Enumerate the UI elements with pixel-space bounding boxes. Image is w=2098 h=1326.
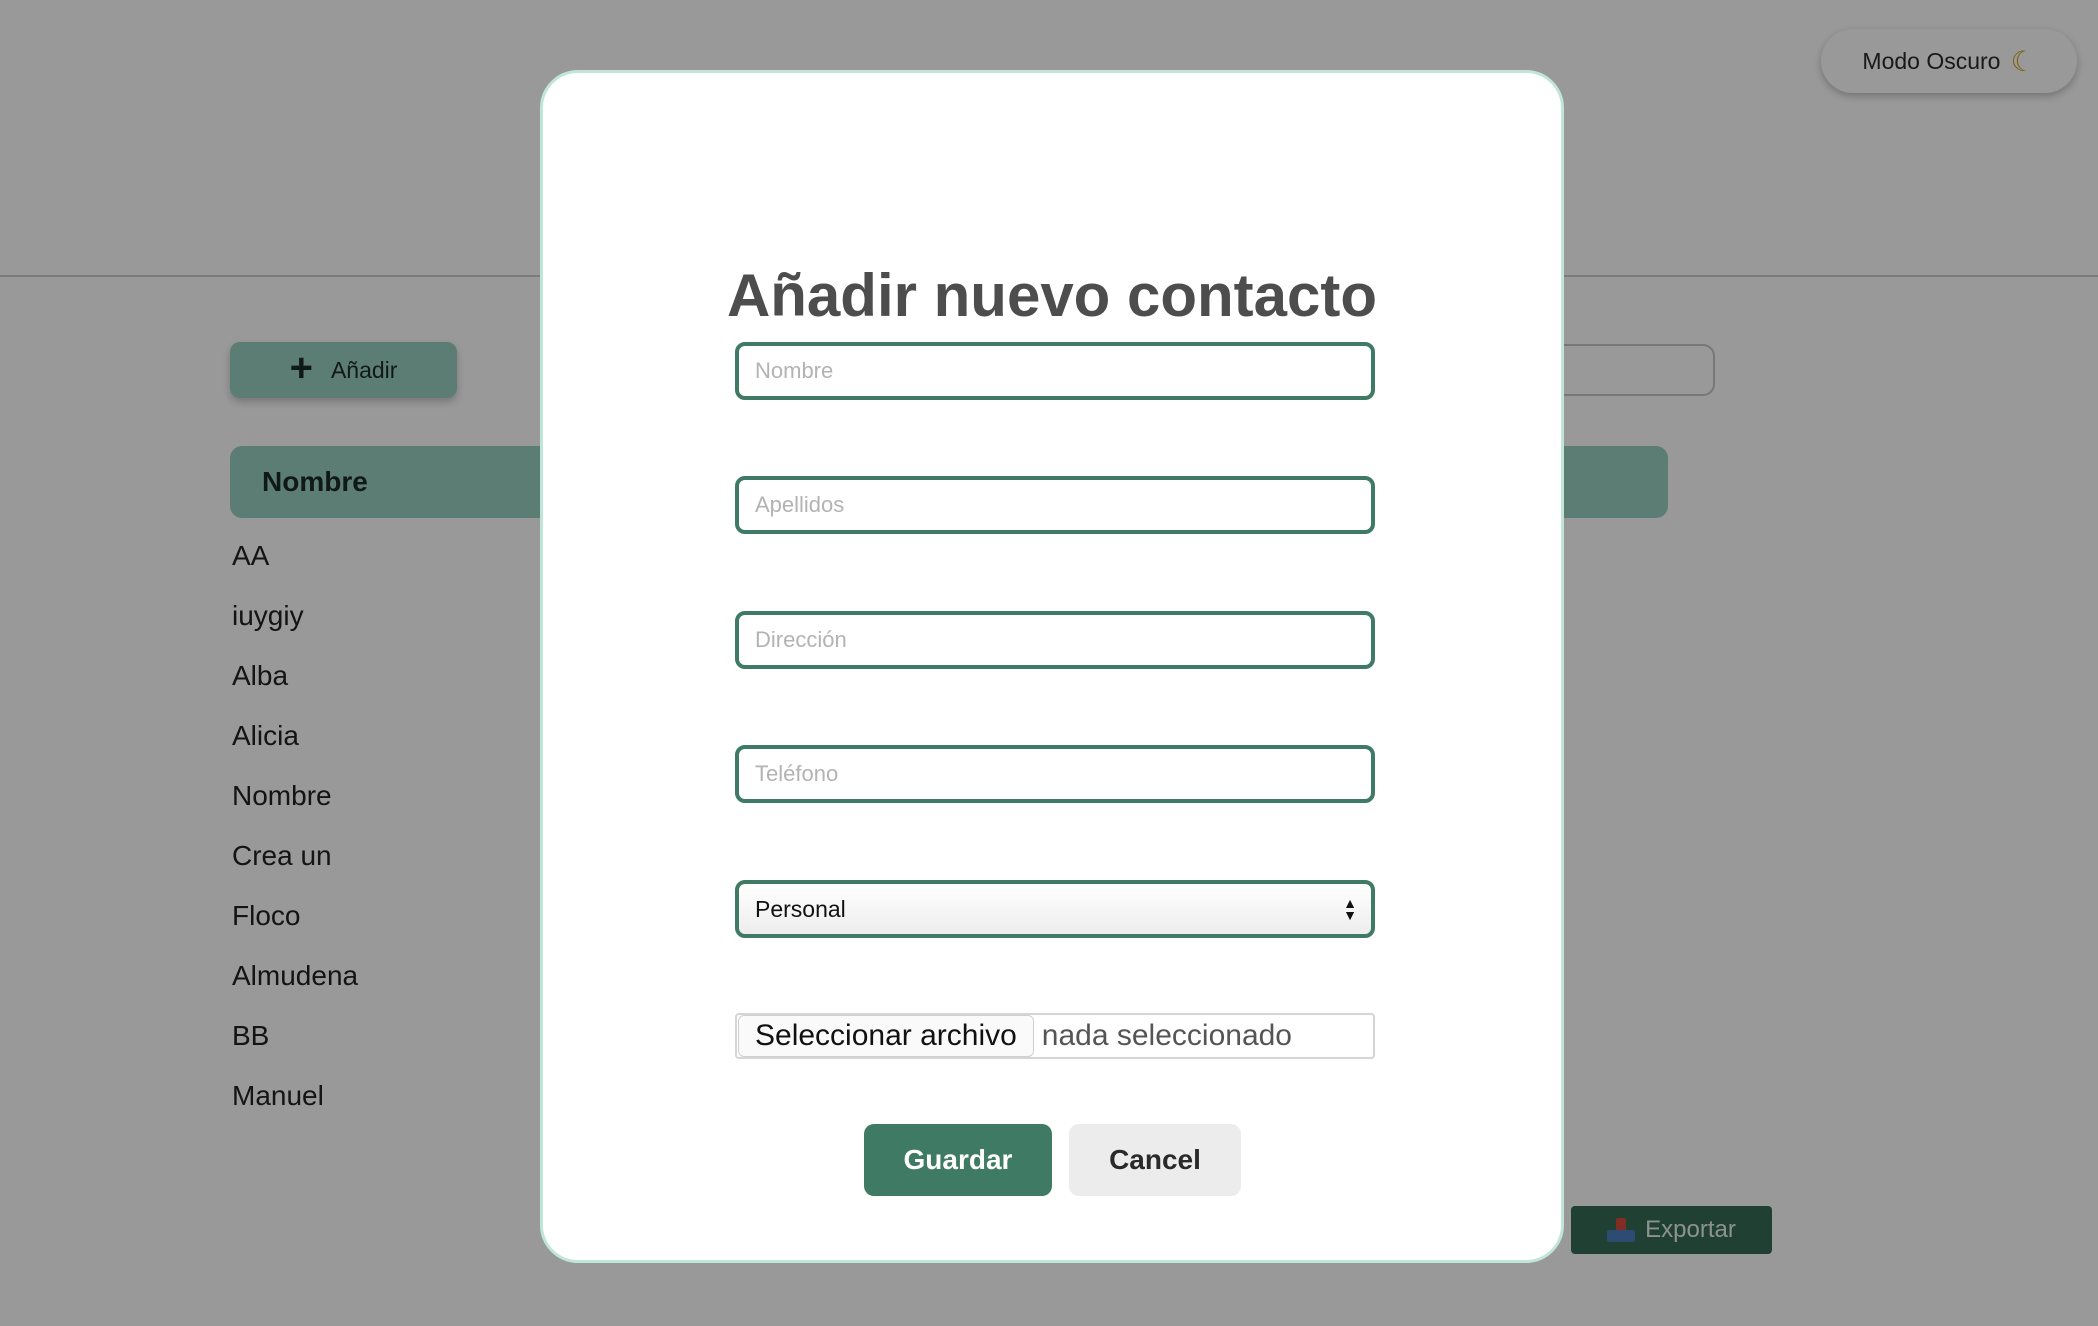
cancel-button[interactable]: Cancel [1069, 1124, 1241, 1196]
file-status: nada seleccionado [1041, 1019, 1292, 1052]
nombre-input[interactable] [735, 342, 1375, 400]
select-arrows-icon: ▲ ▼ [1343, 895, 1357, 923]
app-root: Modo Oscuro ☾ + Añadir Nombre AA iuygiy … [0, 0, 2098, 1326]
file-input: Seleccionar archivo nada seleccionado [735, 1013, 1375, 1059]
telefono-input[interactable] [735, 745, 1375, 803]
apellidos-input[interactable] [735, 476, 1375, 534]
modal-title: Añadir nuevo contacto [726, 262, 1378, 329]
category-select-value: Personal [755, 895, 846, 922]
add-contact-modal: Añadir nuevo contacto Personal ▲▼ Selecc… [540, 70, 1564, 1263]
category-select[interactable]: Personal ▲ ▼ [735, 880, 1375, 938]
choose-file-button[interactable]: Seleccionar archivo [738, 1015, 1034, 1057]
direccion-input[interactable] [735, 611, 1375, 669]
save-button[interactable]: Guardar [864, 1124, 1052, 1196]
